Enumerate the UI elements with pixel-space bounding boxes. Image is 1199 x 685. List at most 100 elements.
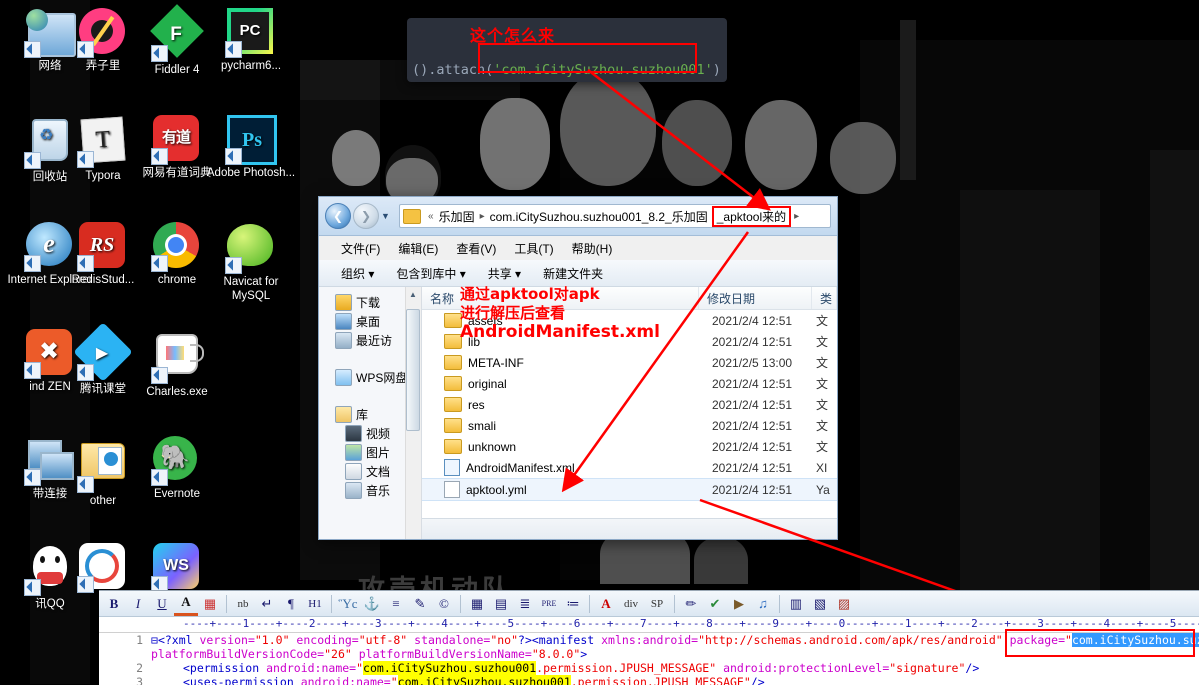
desktop-icon-pycharm[interactable]: PC pycharm6... [203,8,299,73]
desktop-icon-label: Navicat for MySQL [223,276,279,302]
block-icon[interactable]: ▤ [489,593,513,615]
colors-icon[interactable]: ▨ [832,593,856,615]
copyright-icon[interactable]: © [432,593,456,615]
file-date: 2021/2/4 12:51 [712,334,793,349]
back-arrow-icon[interactable]: ❮ [325,203,351,229]
shortcut-overlay-icon [151,367,168,384]
scrollbar-thumb[interactable] [406,309,420,431]
breadcrumb-highlighted-segment[interactable]: _apktool来的 [711,205,792,227]
music-insert-icon[interactable]: ♫ [751,593,775,615]
code-token: encoding= [289,633,359,647]
fold-marker-icon[interactable]: ⊟ [151,633,158,647]
code-token: platformBuildVersionCode= [151,647,325,661]
desktop-icon-webstorm[interactable]: WS [129,543,225,594]
font-color-icon[interactable]: A [174,591,198,616]
forward-arrow-icon[interactable]: ❯ [353,203,379,229]
breadcrumb-part-0[interactable]: 乐加固 [437,208,477,225]
code-token: xmlns:android= [601,633,699,647]
command-share[interactable]: 共享 ▾ [488,265,521,282]
video-insert-icon[interactable]: ▶ [727,593,751,615]
menu-item-file[interactable]: 文件(F) [341,240,380,257]
justify-icon[interactable]: ≣ [513,593,537,615]
wallpaper-character [830,122,896,194]
underline-icon[interactable]: U [150,593,174,615]
table-row[interactable]: res 2021/2/4 12:51 文 [422,394,837,415]
tencent-ketang-icon: ▶ [73,322,133,382]
chrome-icon [151,222,201,272]
edit-note-icon[interactable]: ✎ [408,593,432,615]
table-row[interactable]: apktool.yml 2021/2/4 12:51 Ya [422,478,837,501]
font-style-icon[interactable]: A [594,593,618,615]
pre-icon[interactable]: PRE [537,593,561,615]
command-new-folder[interactable]: 新建文件夹 [543,265,603,282]
file-type: 文 [816,377,829,391]
shortcut-overlay-icon [225,257,242,274]
address-breadcrumb-bar[interactable]: « 乐加固 ▸ com.iCitySuzhou.suzhou001_8.2_乐加… [399,204,831,228]
breadcrumb-trailing-chevron-icon[interactable]: ▸ [791,211,802,222]
code-token: "http://schemas.android.com/apk/res/andr… [698,633,1003,647]
wallpaper-shape [900,20,916,180]
command-organize[interactable]: 组织 ▾ [341,265,374,282]
desktop-icon-navicat[interactable]: Navicat for MySQL [203,222,299,303]
desktop-icon-photoshop[interactable]: Ps Adobe Photosh... [203,115,299,180]
breadcrumb-part-1[interactable]: com.iCitySuzhou.suzhou001_8.2_乐加固 [488,208,710,225]
table-row[interactable]: AndroidManifest.xml 2021/2/4 12:51 XI [422,457,837,478]
code-token: android:protectionLevel= [716,661,890,675]
explorer-navigation-bar: ❮ ❯ ▼ « 乐加固 ▸ com.iCitySuzhou.suzhou001_… [319,197,837,236]
music-icon [345,482,362,499]
navigation-pane[interactable]: 下载 桌面 最近访 WPS网盘库视频 图片 文档 音乐 ▲ [319,287,422,539]
paragraph-icon[interactable]: ¶ [279,593,303,615]
navigation-pane-scrollbar[interactable]: ▲ [405,287,421,539]
code-token: platformBuildVersionName= [351,647,532,661]
youdao-icon: 有道 [151,115,201,165]
anchor-icon[interactable]: ⚓ [360,593,384,615]
image-icon[interactable]: Ὓc [336,593,360,615]
table-row[interactable]: smali 2021/2/4 12:51 文 [422,415,837,436]
command-include-in-library[interactable]: 包含到库中 ▾ [396,265,465,282]
italic-icon[interactable]: I [126,593,150,615]
code-token: "utf-8" [358,633,408,647]
history-dropdown-icon[interactable]: ▼ [381,211,395,221]
color-palette-icon[interactable]: ▦ [198,593,222,615]
file-name-cell: AndroidManifest.xml [422,459,712,476]
scroll-up-icon[interactable]: ▲ [409,290,417,299]
heading-icon[interactable]: H1 [303,593,327,615]
table-row[interactable]: original 2021/2/4 12:51 文 [422,373,837,394]
column-header-type[interactable]: 类 [812,287,837,309]
spellcheck-icon[interactable]: ✔ [703,593,727,615]
code-token: /> [965,661,980,675]
file-explorer-window[interactable]: ❮ ❯ ▼ « 乐加固 ▸ com.iCitySuzhou.suzhou001_… [318,196,838,540]
folder-icon [444,397,462,412]
list-icon[interactable]: ≔ [561,593,585,615]
shortcut-overlay-icon [151,469,168,486]
menu-item-help[interactable]: 帮助(H) [572,240,613,257]
toolbar-separator [460,594,461,613]
table-icon[interactable]: ▦ [465,593,489,615]
desktop-icon-charles[interactable]: Charles.exe [129,329,225,399]
linebreak-icon[interactable]: ↵ [255,593,279,615]
desktop-icon-evernote[interactable]: 🐘 Evernote [129,436,225,501]
align-icon[interactable]: ≡ [384,593,408,615]
code-token: "26" [324,647,352,661]
table-row[interactable]: unknown 2021/2/4 12:51 文 [422,436,837,457]
span-icon[interactable]: SP [644,593,670,615]
typora-icon: T [77,116,127,168]
shortcut-overlay-icon [77,255,94,272]
webstorm-icon: WS [151,543,201,593]
shortcut-overlay-icon [24,41,41,58]
bold-icon[interactable]: B [102,593,126,615]
menu-item-edit[interactable]: 编辑(E) [398,240,438,257]
xml-file-icon [444,459,460,476]
write-icon[interactable]: ✏ [679,593,703,615]
file-name-cell: original [422,376,712,391]
menu-item-view[interactable]: 查看(V) [456,240,496,257]
nav-item-label: 图片 [366,446,391,460]
menu-item-tools[interactable]: 工具(T) [514,240,553,257]
file-type: XI [816,460,828,475]
fieldset-icon[interactable]: ▧ [808,593,832,615]
form-icon[interactable]: ▥ [784,593,808,615]
nbsp-icon[interactable]: nb [231,593,255,615]
column-header-date[interactable]: 修改日期 [699,287,812,309]
div-icon[interactable]: div [618,593,644,615]
table-row[interactable]: META-INF 2021/2/5 13:00 文 [422,352,837,373]
